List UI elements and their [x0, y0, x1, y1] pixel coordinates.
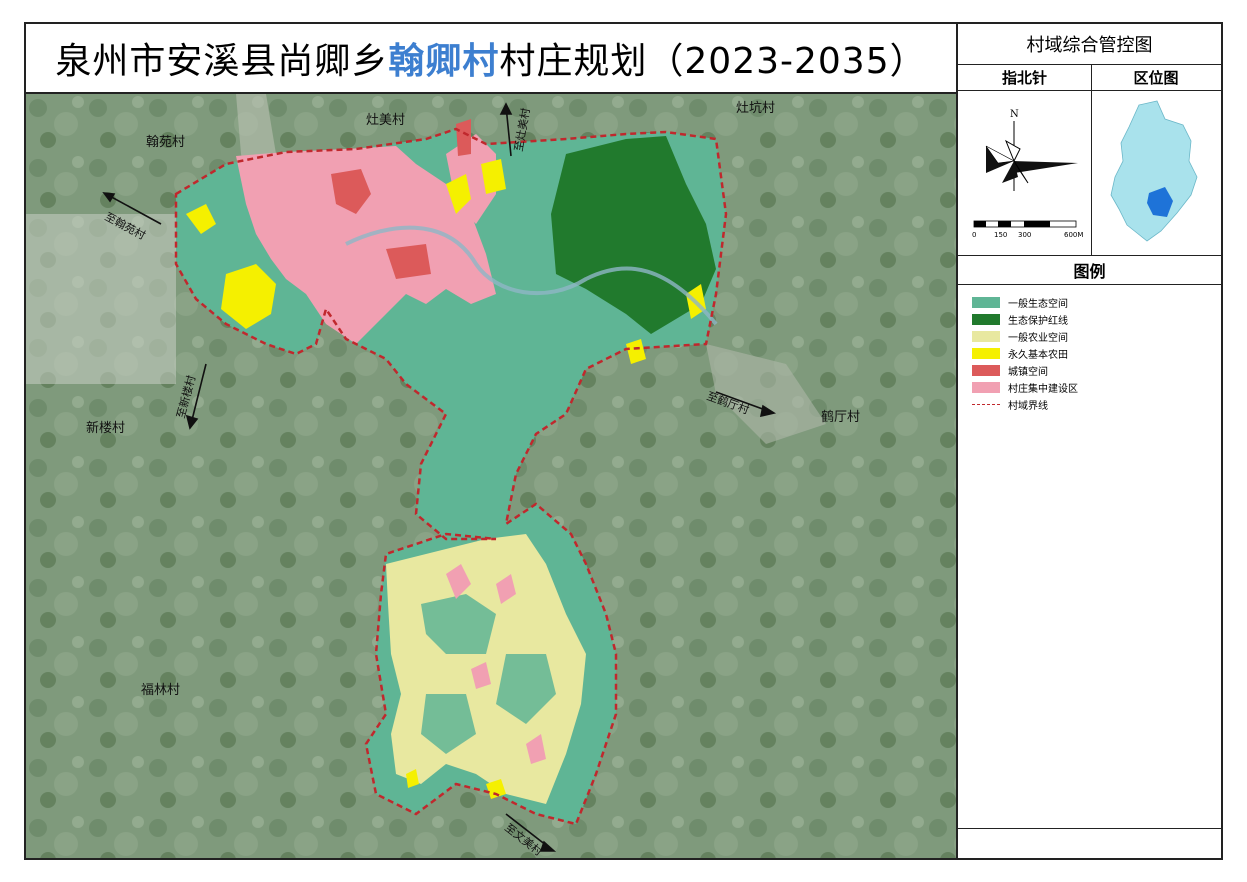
- legend-swatch-permanent-farmland: [972, 347, 1000, 359]
- locator-map-svg: [1110, 100, 1198, 242]
- legend-label: 村庄集中建设区: [1008, 383, 1078, 395]
- map-svg: 翰苑村 灶美村 灶坑村 新楼村 鹤厅村 福林村 至翰苑村 至灶美村 至新楼村 至…: [26, 94, 956, 858]
- panel-title: 村域综合管控图: [958, 24, 1221, 65]
- wind-rose-east: [1014, 161, 1078, 173]
- label-xinlou-village: 新楼村: [86, 420, 125, 436]
- legend-item-village-boundary: 村域界线: [972, 396, 1078, 412]
- legend-swatch-general-agricultural: [972, 330, 1000, 342]
- legend-swatch-village-construction: [972, 381, 1000, 393]
- locator-map-box[interactable]: [1091, 91, 1221, 256]
- scale-label-150: 150: [994, 231, 1007, 239]
- label-fulin-village: 福林村: [141, 683, 180, 698]
- legend-label: 城镇空间: [1008, 366, 1048, 378]
- north-arrow-header: 指北针: [958, 64, 1092, 91]
- map-canvas[interactable]: 翰苑村 灶美村 灶坑村 新楼村 鹤厅村 福林村 至翰苑村 至灶美村 至新楼村 至…: [24, 92, 958, 860]
- legend-label: 一般生态空间: [1008, 298, 1068, 310]
- legend-swatch-general-ecological: [972, 296, 1000, 308]
- legend-label: 村域界线: [1008, 400, 1048, 412]
- north-arrow-box: N 0 150 300 600M: [958, 91, 1092, 256]
- legend-swatch-town-space: [972, 364, 1000, 376]
- locator-map-header: 区位图: [1091, 64, 1221, 91]
- scale-label-0: 0: [972, 231, 976, 239]
- label-hanyuan-village: 翰苑村: [146, 135, 185, 150]
- legend: 一般生态空间 生态保护红线 一般农业空间 永久基本农田 城镇空间 村庄集中建设区…: [972, 294, 1078, 413]
- county-outline: [1110, 100, 1198, 242]
- legend-label: 一般农业空间: [1008, 332, 1068, 344]
- legend-swatch-village-boundary: [972, 403, 1000, 405]
- legend-label: 生态保护红线: [1008, 315, 1068, 327]
- legend-item-general-ecological: 一般生态空间: [972, 294, 1078, 310]
- label-heting-village: 鹤厅村: [821, 409, 860, 425]
- legend-label: 永久基本农田: [1008, 349, 1068, 361]
- scale-label-600: 600M: [1064, 231, 1083, 239]
- legend-header: 图例: [958, 256, 1221, 285]
- title-highlight: 翰卿村: [388, 41, 500, 82]
- title-suffix: 村庄规划（2023-2035）: [499, 41, 927, 82]
- legend-item-town-space: 城镇空间: [972, 362, 1078, 378]
- legend-item-permanent-farmland: 永久基本农田: [972, 345, 1078, 361]
- label-zaokeng-village: 灶坑村: [736, 101, 775, 116]
- label-zaomei-village: 灶美村: [366, 113, 405, 128]
- title-prefix: 泉州市安溪县尚卿乡: [55, 41, 389, 82]
- side-panel: 村域综合管控图 指北针 区位图 N 0 150 300 600M 图例 一般生态…: [956, 22, 1223, 860]
- legend-item-ecological-redline: 生态保护红线: [972, 311, 1078, 327]
- scale-bar-seg3: [1024, 221, 1050, 227]
- map-title: 泉州市安溪县尚卿乡 翰卿村 村庄规划（2023-2035）: [24, 22, 958, 94]
- scale-bar-seg1: [974, 221, 986, 227]
- urban-area-left: [26, 214, 176, 384]
- legend-swatch-ecological-redline: [972, 313, 1000, 325]
- scale-label-300: 300: [1018, 231, 1031, 239]
- scale-bar-seg2: [998, 221, 1011, 227]
- legend-item-village-construction: 村庄集中建设区: [972, 379, 1078, 395]
- north-arrow-svg: N 0 150 300 600M: [972, 109, 1083, 239]
- legend-item-general-agricultural: 一般农业空间: [972, 328, 1078, 344]
- north-letter: N: [1010, 109, 1019, 120]
- panel-bottom-divider: [958, 828, 1221, 829]
